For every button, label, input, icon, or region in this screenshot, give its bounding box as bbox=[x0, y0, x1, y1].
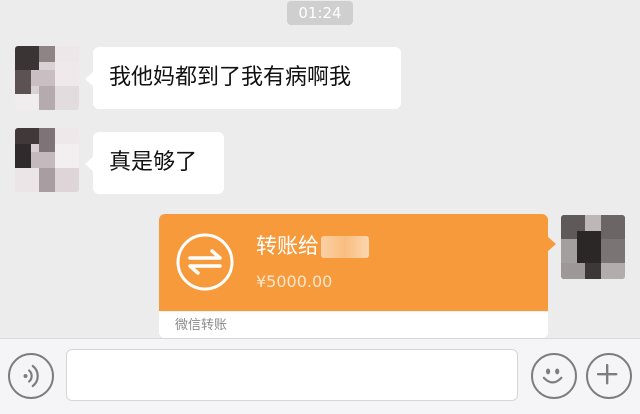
transfer-title: 转账给 bbox=[256, 232, 369, 260]
emoji-icon bbox=[542, 368, 563, 384]
transfer-arrows-icon bbox=[176, 233, 234, 291]
plus-icon bbox=[596, 363, 618, 385]
blurred-recipient-name bbox=[321, 236, 369, 258]
transfer-title-label: 转账给 bbox=[256, 234, 319, 258]
transfer-footer-label: 微信转账 bbox=[175, 318, 228, 333]
pixelated-avatar-image bbox=[561, 215, 625, 279]
transfer-card-header: 转账给 ¥5000.00 bbox=[159, 214, 548, 311]
voice-button[interactable] bbox=[8, 353, 54, 399]
pixelated-avatar-image bbox=[15, 128, 79, 192]
pixelated-avatar-image bbox=[15, 46, 79, 110]
my-avatar[interactable] bbox=[561, 215, 625, 279]
transfer-bubble-tail bbox=[547, 236, 556, 252]
emoji-button[interactable] bbox=[531, 353, 577, 399]
message-text-input[interactable] bbox=[66, 349, 518, 401]
contact-avatar[interactable] bbox=[15, 46, 79, 110]
more-options-button[interactable] bbox=[586, 353, 632, 399]
voice-icon bbox=[23, 364, 39, 388]
transfer-card-footer: 微信转账 bbox=[159, 311, 548, 338]
incoming-message-bubble[interactable]: 真是够了 bbox=[85, 132, 224, 194]
contact-avatar[interactable] bbox=[15, 128, 79, 192]
timestamp: 01:24 bbox=[287, 1, 353, 25]
transfer-card[interactable]: 转账给 ¥5000.00 微信转账 bbox=[159, 214, 548, 338]
chat-input-bar bbox=[0, 338, 640, 414]
incoming-message-bubble[interactable]: 我他妈都到了我有病啊我 bbox=[85, 47, 401, 109]
transfer-amount: ¥5000.00 bbox=[256, 272, 333, 291]
